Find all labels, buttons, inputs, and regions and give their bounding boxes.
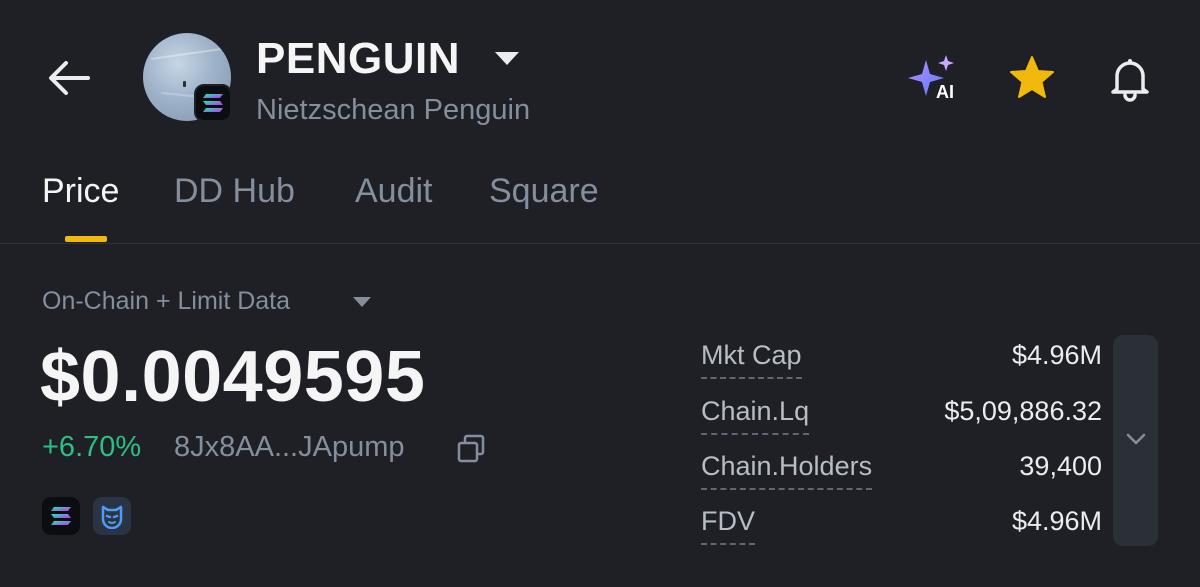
stat-label-fdv[interactable]: FDV bbox=[701, 506, 755, 545]
tab-bar: Price DD Hub Audit Square bbox=[0, 168, 1200, 244]
token-price: $0.0049595 bbox=[40, 337, 426, 417]
stat-label-chain-lq[interactable]: Chain.Lq bbox=[701, 396, 810, 435]
tab-audit[interactable]: Audit bbox=[355, 172, 433, 211]
price-change: +6.70% bbox=[42, 431, 142, 463]
caret-down-icon[interactable] bbox=[494, 50, 520, 68]
chevron-down-icon bbox=[1125, 431, 1147, 447]
stat-label-mkt-cap[interactable]: Mkt Cap bbox=[701, 340, 802, 379]
stat-value-chain-lq: $5,09,886.32 bbox=[944, 396, 1102, 426]
ai-badge-text: AI bbox=[936, 82, 954, 102]
data-source-selector[interactable]: On-Chain + Limit Data bbox=[42, 287, 290, 316]
stat-value-mkt-cap: $4.96M bbox=[1011, 340, 1102, 370]
expand-stats-button[interactable] bbox=[1113, 335, 1158, 546]
solana-icon bbox=[194, 84, 232, 122]
caret-down-icon[interactable] bbox=[352, 295, 372, 309]
token-symbol[interactable]: PENGUIN bbox=[256, 34, 460, 84]
mask-icon[interactable] bbox=[93, 497, 131, 535]
stat-label-chain-holders[interactable]: Chain.Holders bbox=[701, 451, 873, 490]
tab-square[interactable]: Square bbox=[489, 172, 599, 211]
back-arrow-icon[interactable] bbox=[44, 52, 96, 104]
tab-dd-hub[interactable]: DD Hub bbox=[174, 172, 295, 211]
star-icon[interactable] bbox=[1006, 52, 1058, 104]
stat-value-chain-holders: 39,400 bbox=[1019, 451, 1102, 481]
contract-address: 8Jx8AA...JApump bbox=[174, 431, 405, 463]
token-name: Nietzschean Penguin bbox=[256, 94, 531, 126]
ai-sparkle-icon[interactable]: AI bbox=[906, 52, 958, 104]
tab-price[interactable]: Price bbox=[42, 172, 119, 211]
stat-value-fdv: $4.96M bbox=[1011, 506, 1102, 536]
copy-icon[interactable] bbox=[456, 434, 486, 464]
active-tab-indicator bbox=[65, 236, 107, 242]
bell-icon[interactable] bbox=[1104, 52, 1156, 104]
solana-icon[interactable] bbox=[42, 497, 80, 535]
token-detail-page: PENGUIN Nietzschean Penguin AI Price DD … bbox=[0, 0, 1200, 587]
